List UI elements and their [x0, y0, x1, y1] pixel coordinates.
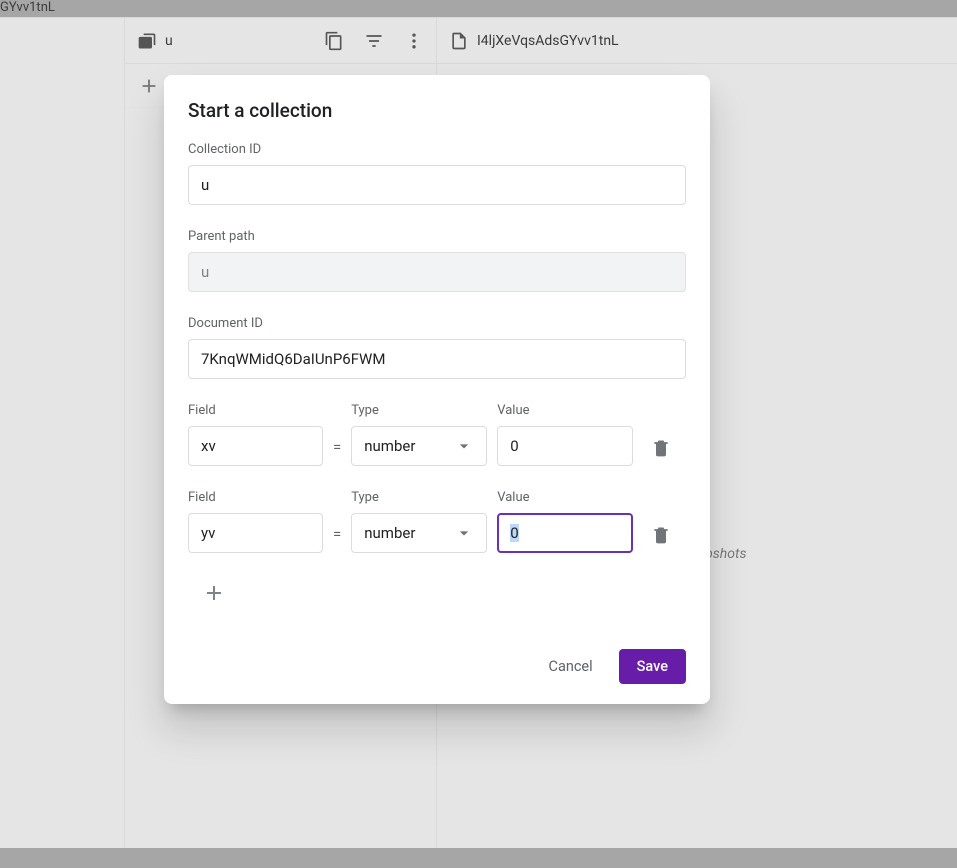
save-button[interactable]: Save	[619, 649, 686, 684]
trash-icon	[651, 525, 671, 545]
type-select[interactable]: number	[351, 426, 487, 466]
document-id-label: Document ID	[188, 316, 686, 331]
field-label: Field	[188, 490, 323, 505]
equals-sign: =	[333, 438, 341, 466]
value-label: Value	[497, 403, 633, 418]
field-row: Field = Type number Value 0	[188, 490, 686, 553]
field-name-input[interactable]	[188, 513, 323, 553]
start-collection-dialog: Start a collection Collection ID Parent …	[164, 75, 710, 704]
type-select[interactable]: number	[351, 513, 487, 553]
value-input[interactable]: 0	[497, 426, 633, 466]
trash-icon	[651, 438, 671, 458]
value-label: Value	[497, 490, 633, 505]
collection-id-label: Collection ID	[188, 142, 686, 157]
equals-sign: =	[333, 525, 341, 553]
value-input[interactable]: 0	[497, 513, 633, 553]
parent-path-label: Parent path	[188, 229, 686, 244]
add-field-button[interactable]	[198, 577, 230, 609]
chevron-down-icon	[454, 523, 474, 543]
modal-overlay: Start a collection Collection ID Parent …	[0, 0, 957, 868]
delete-field-button[interactable]	[651, 438, 671, 466]
field-row: Field = Type number Value 0	[188, 403, 686, 466]
parent-path-input	[188, 252, 686, 292]
collection-id-input[interactable]	[188, 165, 686, 205]
chevron-down-icon	[454, 436, 474, 456]
delete-field-button[interactable]	[651, 525, 671, 553]
type-label: Type	[351, 403, 487, 418]
type-label: Type	[351, 490, 487, 505]
document-id-input[interactable]	[188, 339, 686, 379]
field-label: Field	[188, 403, 323, 418]
field-name-input[interactable]	[188, 426, 323, 466]
cancel-button[interactable]: Cancel	[539, 650, 603, 683]
dialog-title: Start a collection	[188, 99, 686, 122]
